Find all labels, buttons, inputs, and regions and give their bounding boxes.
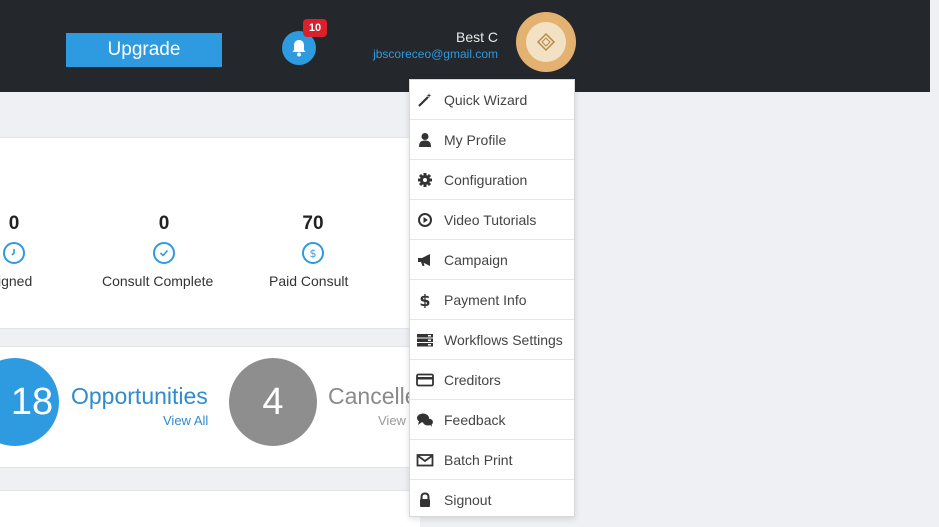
comments-icon xyxy=(416,411,434,429)
dollar-icon: $ xyxy=(302,242,324,264)
opportunities-view-all-link[interactable]: View All xyxy=(163,413,208,428)
menu-item-quick-wizard[interactable]: Quick Wizard xyxy=(410,80,574,120)
play-circle-icon xyxy=(416,211,434,229)
menu-item-label: Payment Info xyxy=(444,291,527,308)
notification-badge: 10 xyxy=(303,19,327,37)
menu-item-label: Video Tutorials xyxy=(444,211,537,228)
menu-item-feedback[interactable]: Feedback xyxy=(410,400,574,440)
upgrade-button[interactable]: Upgrade xyxy=(66,33,222,67)
menu-item-signout[interactable]: Signout xyxy=(410,480,574,516)
cancelled-count: 4 xyxy=(262,380,284,423)
menu-item-configuration[interactable]: Configuration xyxy=(410,160,574,200)
menu-item-workflows-settings[interactable]: Workflows Settings xyxy=(410,320,574,360)
megaphone-icon xyxy=(416,251,434,269)
menu-item-label: Quick Wizard xyxy=(444,91,528,108)
cancelled-title: Cancelle xyxy=(328,383,418,409)
stat-consult-complete-value: 0 xyxy=(158,213,170,234)
gear-icon xyxy=(416,171,434,189)
envelope-icon xyxy=(416,451,434,469)
menu-item-campaign[interactable]: Campaign xyxy=(410,240,574,280)
opportunities-count: 18 xyxy=(10,380,54,423)
user-name[interactable]: Best C xyxy=(456,29,498,45)
stat-paid-consult-value: 70 xyxy=(302,213,324,234)
menu-item-video-tutorials[interactable]: Video Tutorials xyxy=(410,200,574,240)
check-icon xyxy=(153,242,175,264)
menu-item-label: Signout xyxy=(444,492,492,508)
bell-icon xyxy=(292,40,306,57)
clock-icon xyxy=(3,242,25,264)
menu-item-label: My Profile xyxy=(444,131,507,148)
lock-icon xyxy=(416,491,434,509)
cancelled-view-all-link[interactable]: View xyxy=(378,413,406,428)
stat-paid-consult-label: Paid Consult xyxy=(269,273,349,289)
opportunities-title: Opportunities xyxy=(71,383,208,409)
menu-item-creditors[interactable]: Creditors xyxy=(410,360,574,400)
stat-consult-complete-label: Consult Complete xyxy=(102,273,214,289)
logo-icon xyxy=(526,22,566,62)
avatar[interactable] xyxy=(516,12,576,72)
server-icon xyxy=(416,331,434,349)
user-dropdown-menu: Quick Wizard My Profile Configuration Vi… xyxy=(409,79,575,517)
menu-item-label: Workflows Settings xyxy=(444,331,563,348)
user-icon xyxy=(416,131,434,149)
menu-item-label: Configuration xyxy=(444,171,528,188)
magic-wand-icon xyxy=(416,91,434,109)
scrollbar-track[interactable] xyxy=(930,0,939,526)
stats-panel xyxy=(0,137,420,329)
svg-text:$: $ xyxy=(419,292,430,308)
dollar-icon: $ xyxy=(416,291,434,309)
lower-panel xyxy=(0,490,420,527)
cancelled-count-circle: 4 xyxy=(229,358,317,446)
menu-item-payment-info[interactable]: $ Payment Info xyxy=(410,280,574,320)
menu-item-my-profile[interactable]: My Profile xyxy=(410,120,574,160)
credit-card-icon xyxy=(416,371,434,389)
menu-item-label: Creditors xyxy=(444,371,501,388)
user-email[interactable]: jbscoreceo@gmail.com xyxy=(373,47,498,61)
stat-assigned-label: igned xyxy=(0,273,33,289)
menu-item-label: Feedback xyxy=(444,411,506,428)
svg-text:$: $ xyxy=(310,247,317,259)
stat-assigned-value: 0 xyxy=(8,213,20,234)
menu-item-label: Campaign xyxy=(444,251,508,268)
menu-item-batch-print[interactable]: Batch Print xyxy=(410,440,574,480)
menu-item-label: Batch Print xyxy=(444,451,513,468)
